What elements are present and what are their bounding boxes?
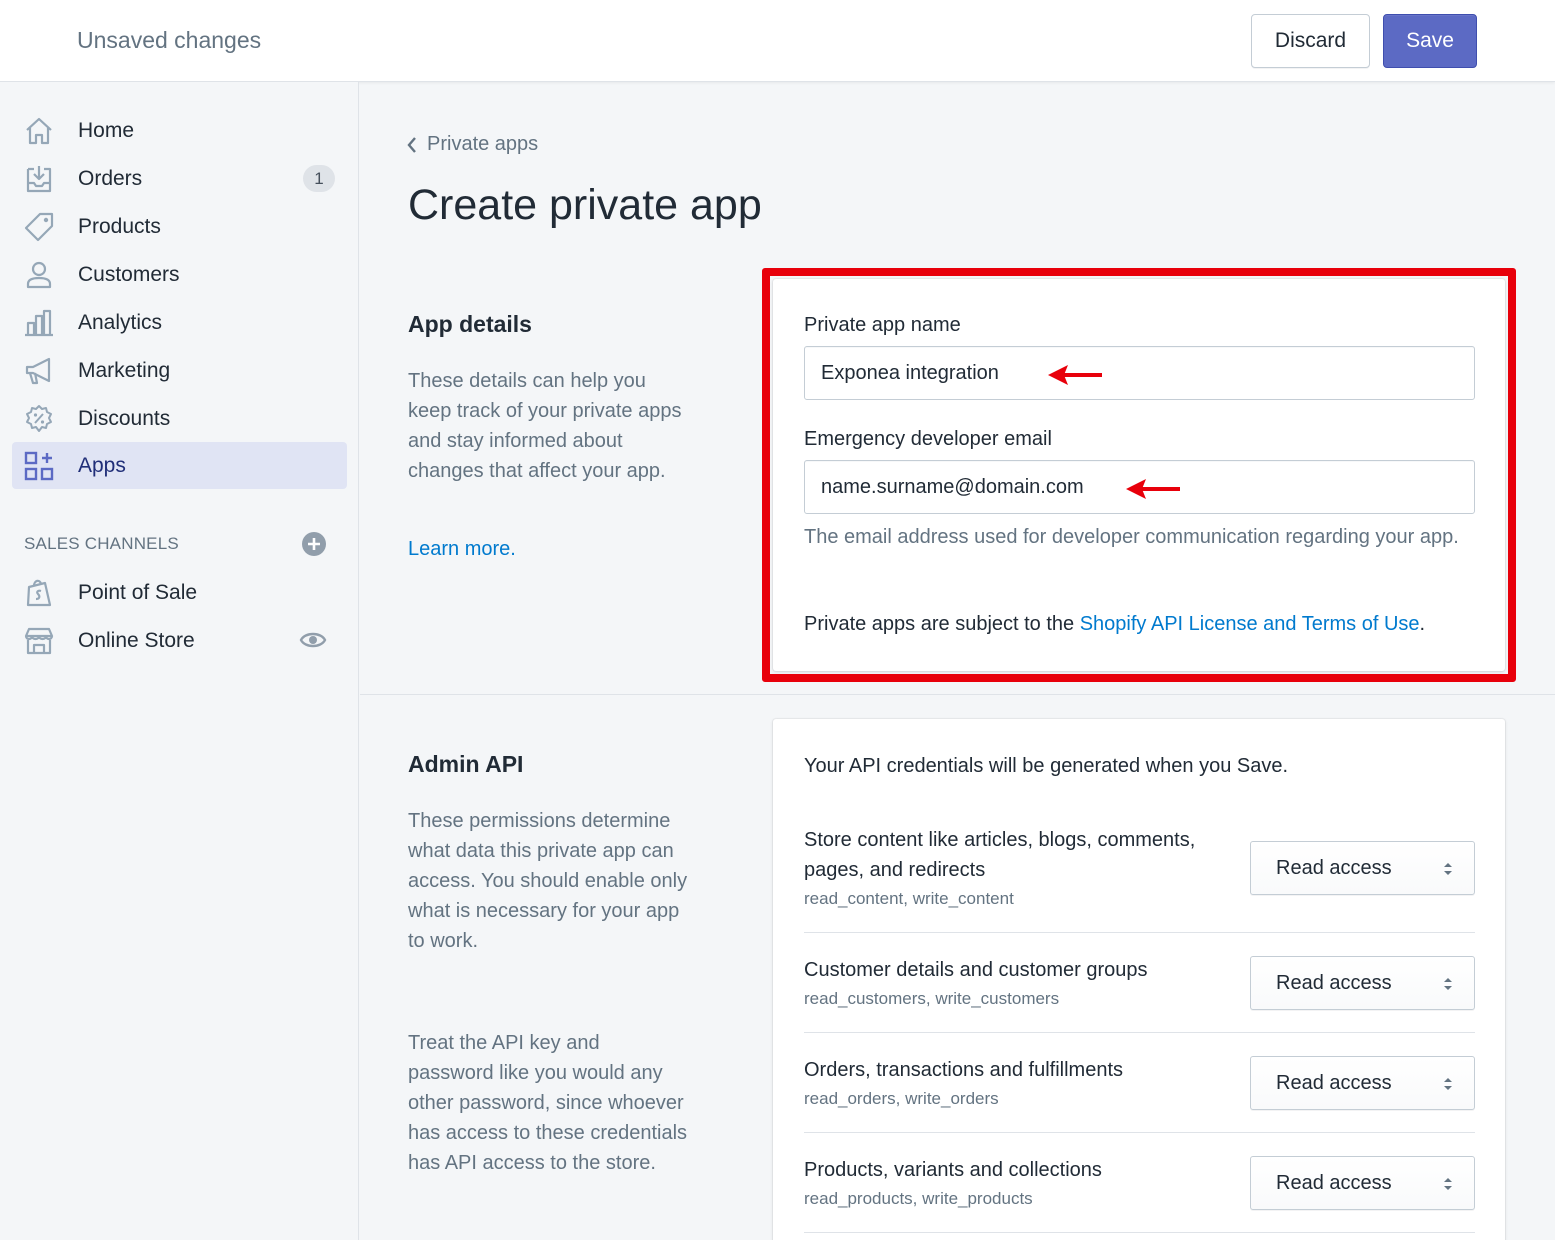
row-divider xyxy=(804,1232,1475,1233)
credentials-note: Your API credentials will be generated w… xyxy=(804,755,1289,777)
admin-api-title: Admin API xyxy=(408,751,524,777)
developer-email-label: Emergency developer email xyxy=(804,428,1052,450)
unsaved-changes-title: Unsaved changes xyxy=(77,27,262,53)
permission-scope: read_content, write_content xyxy=(804,889,1014,908)
sidebar-item-label: Orders xyxy=(78,167,143,190)
megaphone-icon xyxy=(25,357,51,385)
sidebar-item-label: Point of Sale xyxy=(78,581,198,604)
permission-name: Customer details and customer groups xyxy=(804,959,1148,981)
select-caret-icon xyxy=(1444,1178,1452,1190)
permission-scope: read_orders, write_orders xyxy=(804,1089,999,1108)
sidebar-item-point-of-sale[interactable]: Point of Sale xyxy=(12,569,347,616)
save-button[interactable]: Save xyxy=(1383,14,1477,68)
breadcrumb-label: Private apps xyxy=(427,133,539,155)
select-caret-icon xyxy=(1444,978,1452,990)
discount-icon xyxy=(26,405,52,432)
view-store-eye-icon[interactable] xyxy=(299,629,327,651)
sidebar-item-label: Discounts xyxy=(78,407,171,430)
permission-name: Products, variants and collections xyxy=(804,1159,1102,1181)
row-divider xyxy=(804,1032,1475,1033)
sidebar-item-label: Customers xyxy=(78,263,180,286)
private-app-name-input[interactable]: Exponea integration xyxy=(804,346,1475,400)
terms-link[interactable]: Shopify API License and Terms of Use xyxy=(1080,613,1420,635)
private-app-name-value: Exponea integration xyxy=(821,361,999,384)
private-app-name-label: Private app name xyxy=(804,314,961,336)
section-divider xyxy=(360,694,1555,695)
apps-icon xyxy=(24,451,54,481)
shopify-bag-icon xyxy=(26,579,52,607)
discard-button[interactable]: Discard xyxy=(1251,14,1370,68)
customers-access-select[interactable]: Read access xyxy=(1250,956,1475,1010)
breadcrumb[interactable]: Private apps xyxy=(405,133,538,156)
permission-scope: read_products, write_products xyxy=(804,1189,1033,1208)
orders-access-select[interactable]: Read access xyxy=(1250,1056,1475,1110)
sales-channels-heading: SALES CHANNELS xyxy=(24,534,179,553)
terms-suffix: . xyxy=(1419,613,1426,635)
top-bar: Unsaved changes Discard Save xyxy=(0,0,1555,82)
sidebar-item-label: Apps xyxy=(78,454,126,477)
content-access-select[interactable]: Read access xyxy=(1250,841,1475,895)
orders-count-badge: 1 xyxy=(303,165,335,192)
tag-icon xyxy=(24,212,54,242)
red-arrow-annotation xyxy=(1048,365,1102,385)
sidebar-item-label: Products xyxy=(78,215,161,238)
sidebar-item-label: Marketing xyxy=(78,359,171,382)
add-sales-channel-icon[interactable] xyxy=(301,531,327,557)
terms-prefix: Private apps are subject to the xyxy=(804,613,1080,635)
person-icon xyxy=(26,261,52,289)
select-value: Read access xyxy=(1276,856,1392,879)
sidebar-item-online-store[interactable]: Online Store xyxy=(12,617,347,664)
page-title: Create private app xyxy=(408,181,762,229)
api-key-warning: Treat the API key and password like you … xyxy=(408,1032,688,1174)
permission-name: Store content like articles, blogs, comm… xyxy=(804,829,1196,881)
app-details-title: App details xyxy=(408,311,532,337)
chevron-left-icon xyxy=(407,136,416,153)
sidebar-item-apps[interactable]: Apps xyxy=(12,442,347,489)
row-divider xyxy=(804,932,1475,933)
select-value: Read access xyxy=(1276,971,1392,994)
developer-email-value: name.surname@domain.com xyxy=(821,475,1084,498)
learn-more-link[interactable]: Learn more. xyxy=(408,534,688,564)
store-icon xyxy=(24,627,54,655)
select-value: Read access xyxy=(1276,1171,1392,1194)
bar-chart-icon xyxy=(25,309,53,337)
email-help-text: The email address used for developer com… xyxy=(804,526,1459,548)
orders-icon xyxy=(26,166,52,193)
select-caret-icon xyxy=(1444,863,1452,875)
red-arrow-annotation xyxy=(1126,479,1180,499)
sidebar-item-products[interactable]: Products xyxy=(12,203,347,250)
select-caret-icon xyxy=(1444,1078,1452,1090)
permission-scope: read_customers, write_customers xyxy=(804,989,1060,1008)
row-divider xyxy=(804,1132,1475,1133)
home-icon xyxy=(26,117,52,145)
products-access-select[interactable]: Read access xyxy=(1250,1156,1475,1210)
sidebar-item-customers[interactable]: Customers xyxy=(12,251,347,298)
terms-text: Private apps are subject to the Shopify … xyxy=(804,613,1425,636)
permission-name: Orders, transactions and fulfillments xyxy=(804,1059,1124,1081)
sidebar-item-orders[interactable]: Orders 1 xyxy=(12,155,347,202)
admin-api-description: These permissions determine what data th… xyxy=(408,810,688,952)
sidebar-item-label: Online Store xyxy=(78,629,195,652)
sidebar-item-home[interactable]: Home xyxy=(12,107,347,154)
sidebar-item-label: Home xyxy=(78,119,135,142)
app-details-description: These details can help you keep track of… xyxy=(408,370,682,482)
sidebar-item-analytics[interactable]: Analytics xyxy=(12,299,347,346)
sidebar-item-discounts[interactable]: Discounts xyxy=(12,395,347,442)
sidebar-item-label: Analytics xyxy=(78,311,163,334)
sidebar: Home Orders 1 Products Customers Analyti… xyxy=(0,82,359,1240)
sidebar-item-marketing[interactable]: Marketing xyxy=(12,347,347,394)
select-value: Read access xyxy=(1276,1071,1392,1094)
